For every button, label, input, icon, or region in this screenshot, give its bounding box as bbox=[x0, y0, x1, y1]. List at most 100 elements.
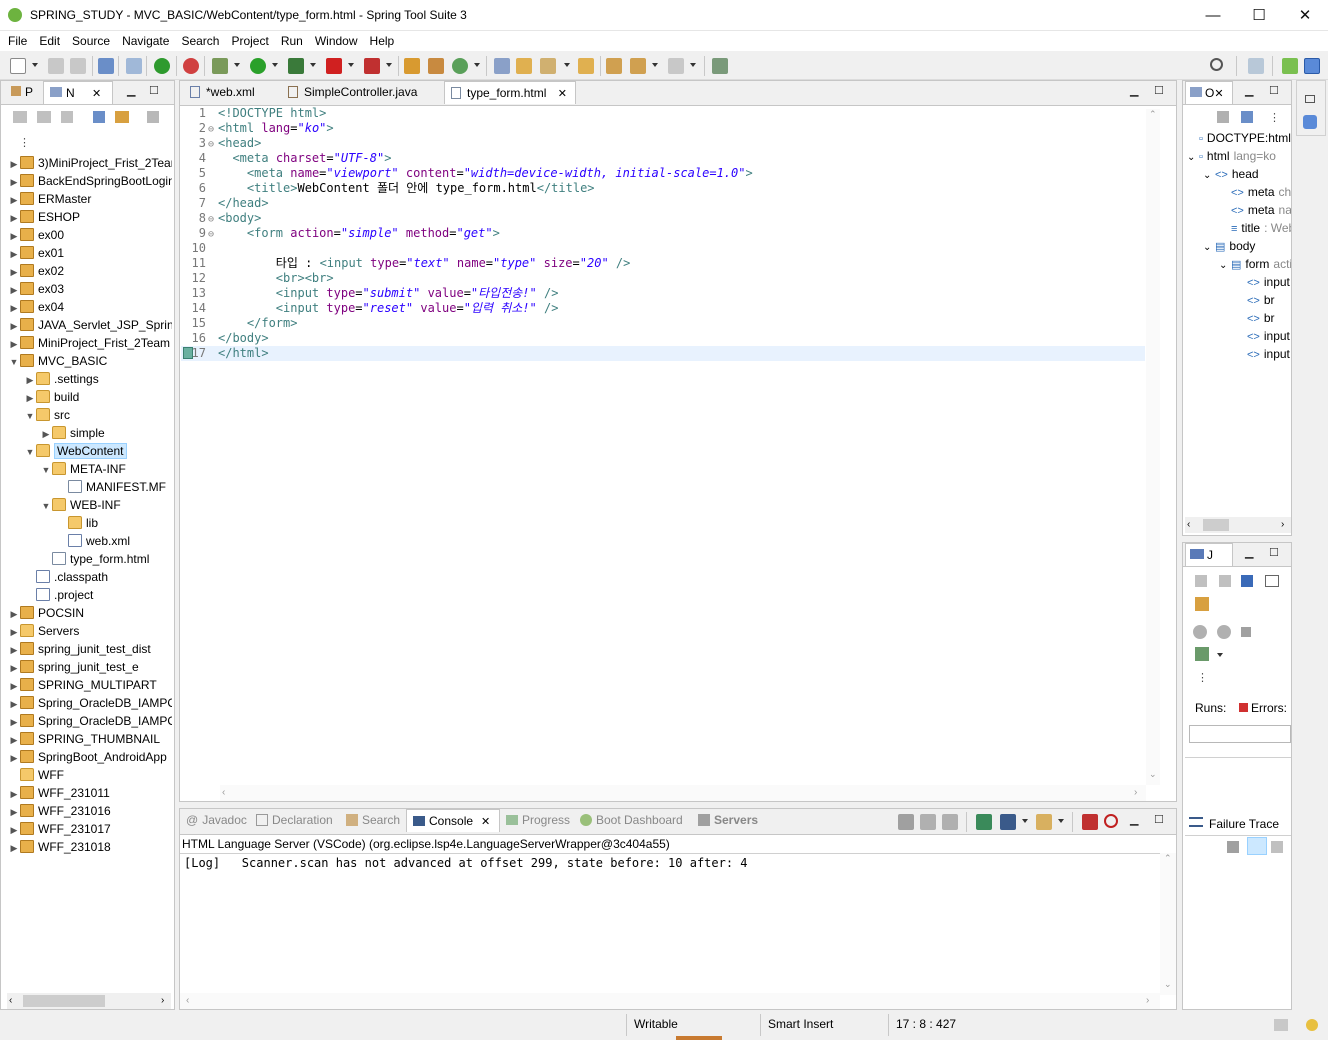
tree-item[interactable]: ▶ spring_junit_test_e bbox=[8, 658, 172, 676]
tree-item[interactable]: ▶ Spring_OracleDB_IAMPORT bbox=[8, 712, 172, 730]
scroll-up-icon[interactable]: ⌃ bbox=[1149, 109, 1157, 120]
chevron-right-icon[interactable]: ▶ bbox=[8, 263, 20, 281]
history-icon[interactable] bbox=[1195, 597, 1209, 611]
outline-item[interactable]: ▫ DOCTYPE:html bbox=[1187, 129, 1291, 147]
open-folder-icon[interactable] bbox=[516, 58, 532, 74]
back-icon[interactable] bbox=[630, 58, 646, 74]
tree-item[interactable]: ▶ 3)MiniProject_Frist_2Team bbox=[8, 154, 172, 172]
tree-item[interactable]: web.xml bbox=[8, 532, 172, 550]
close-window-button[interactable]: ✕ bbox=[1282, 0, 1328, 31]
menu-file[interactable]: File bbox=[2, 31, 33, 51]
tree-item[interactable]: ▶ ESHOP bbox=[8, 208, 172, 226]
minimize-view-button[interactable]: ▁ bbox=[1130, 85, 1138, 97]
chevron-down-icon[interactable] bbox=[474, 63, 480, 67]
menu-help[interactable]: Help bbox=[364, 31, 401, 51]
chevron-down-icon[interactable]: ▼ bbox=[24, 443, 36, 461]
tab-search[interactable]: Search bbox=[346, 809, 400, 832]
tree-item[interactable]: ▶ .settings bbox=[8, 370, 172, 388]
more-icon[interactable]: ⋮ bbox=[19, 136, 30, 149]
filter-stack-icon[interactable] bbox=[1227, 841, 1239, 853]
menu-run[interactable]: Run bbox=[275, 31, 309, 51]
chevron-right-icon[interactable]: ▶ bbox=[8, 209, 20, 227]
chevron-right-icon[interactable]: ▶ bbox=[8, 749, 20, 767]
external-tools-icon[interactable] bbox=[364, 58, 380, 74]
chevron-right-icon[interactable]: ▶ bbox=[8, 803, 20, 821]
tree-item[interactable]: ▶ MiniProject_Frist_2Team bbox=[8, 334, 172, 352]
vertical-scrollbar[interactable]: ⌃ ⌄ bbox=[1160, 853, 1176, 995]
tree-item[interactable]: ▼ META-INF bbox=[8, 460, 172, 478]
chevron-right-icon[interactable]: ▶ bbox=[8, 821, 20, 839]
remove-all-icon[interactable] bbox=[942, 814, 958, 830]
compare-icon[interactable] bbox=[1271, 841, 1283, 853]
link-editor-icon[interactable] bbox=[115, 111, 129, 123]
stop-icon[interactable] bbox=[1241, 627, 1251, 637]
error-log-icon[interactable] bbox=[1274, 1019, 1288, 1031]
scroll-right-icon[interactable]: › bbox=[1134, 785, 1137, 801]
menu-navigate[interactable]: Navigate bbox=[116, 31, 175, 51]
tab-type-form-html[interactable]: type_form.html ✕ bbox=[444, 81, 576, 104]
scroll-left-icon[interactable]: ‹ bbox=[1187, 517, 1190, 533]
chevron-right-icon[interactable]: ▶ bbox=[8, 677, 20, 695]
fold-icon[interactable]: ⊖ bbox=[208, 137, 218, 152]
collapse-all-icon[interactable] bbox=[1241, 111, 1253, 123]
scroll-down-icon[interactable]: ⌄ bbox=[1149, 769, 1157, 780]
scroll-left-icon[interactable]: ‹ bbox=[9, 993, 12, 1009]
code-line[interactable]: 1 <!DOCTYPE html> bbox=[181, 106, 1145, 121]
chevron-right-icon[interactable]: ▶ bbox=[8, 335, 20, 353]
tree-item[interactable]: ▼ src bbox=[8, 406, 172, 424]
chevron-down-icon[interactable] bbox=[1217, 653, 1223, 657]
tree-item[interactable]: ▶ SPRING_MULTIPART bbox=[8, 676, 172, 694]
tree-item[interactable]: ▶ WFF_231018 bbox=[8, 838, 172, 856]
copy-icon[interactable] bbox=[1082, 814, 1098, 830]
stop-icon[interactable] bbox=[326, 58, 342, 74]
tree-item[interactable]: WFF bbox=[8, 766, 172, 784]
help-icon[interactable] bbox=[1303, 115, 1317, 129]
tree-item[interactable]: type_form.html bbox=[8, 550, 172, 568]
tree-item[interactable]: .project bbox=[8, 586, 172, 604]
tree-item[interactable]: ▶ POCSIN bbox=[8, 604, 172, 622]
menu-window[interactable]: Window bbox=[309, 31, 364, 51]
outline-item[interactable]: <> input bbox=[1187, 273, 1291, 291]
maximize-view-button[interactable]: ☐ bbox=[1154, 814, 1164, 826]
chevron-down-icon[interactable]: ⌄ bbox=[1219, 257, 1231, 273]
open-console-icon[interactable] bbox=[1036, 814, 1052, 830]
tree-item[interactable]: ▶ ex02 bbox=[8, 262, 172, 280]
chevron-down-icon[interactable]: ▼ bbox=[40, 497, 52, 515]
tree-item[interactable]: lib bbox=[8, 514, 172, 532]
tree-item[interactable]: ▶ SpringBoot_AndroidApp bbox=[8, 748, 172, 766]
code-line[interactable]: 4 <meta charset="UTF-8"> bbox=[181, 151, 1145, 166]
new-icon[interactable] bbox=[10, 58, 26, 74]
open-type-icon[interactable] bbox=[494, 58, 510, 74]
layout-icon[interactable] bbox=[1195, 647, 1209, 661]
tab-junit[interactable]: J bbox=[1185, 543, 1233, 566]
horizontal-scrollbar[interactable]: ‹ › bbox=[7, 993, 171, 1009]
next-failure-icon[interactable] bbox=[1195, 575, 1207, 587]
chevron-right-icon[interactable]: ▶ bbox=[8, 641, 20, 659]
tree-item[interactable]: ▶ Servers bbox=[8, 622, 172, 640]
scroll-thumb[interactable] bbox=[23, 995, 105, 1007]
tab-web-xml[interactable]: *web.xml bbox=[184, 81, 280, 104]
tree-item[interactable]: ▶ ex04 bbox=[8, 298, 172, 316]
outline-item[interactable]: ⌄ ▫ html lang=ko bbox=[1187, 147, 1291, 165]
chevron-right-icon[interactable]: ▶ bbox=[8, 173, 20, 191]
power-icon[interactable] bbox=[154, 58, 170, 74]
chevron-right-icon[interactable]: ▶ bbox=[8, 605, 20, 623]
chevron-right-icon[interactable]: ▶ bbox=[24, 389, 36, 407]
pin-editor-icon[interactable] bbox=[712, 58, 728, 74]
chevron-down-icon[interactable] bbox=[1058, 819, 1064, 823]
fold-icon[interactable]: ⊖ bbox=[208, 122, 218, 137]
new-class-icon[interactable] bbox=[452, 58, 468, 74]
spring-boot-icon[interactable] bbox=[183, 58, 199, 74]
scroll-right-icon[interactable]: › bbox=[1281, 517, 1284, 533]
pin-console-icon[interactable] bbox=[976, 814, 992, 830]
chevron-down-icon[interactable]: ⌄ bbox=[1203, 239, 1215, 255]
tree-item[interactable]: ▶ simple bbox=[8, 424, 172, 442]
tree-item[interactable]: ▶ ex00 bbox=[8, 226, 172, 244]
chevron-down-icon[interactable] bbox=[234, 63, 240, 67]
tab-navigator[interactable]: N ✕ bbox=[43, 81, 113, 104]
outline-item[interactable]: ⌄▤formaction bbox=[1187, 255, 1291, 273]
chevron-down-icon[interactable] bbox=[32, 63, 38, 67]
chevron-right-icon[interactable]: ▶ bbox=[8, 191, 20, 209]
menu-search[interactable]: Search bbox=[175, 31, 225, 51]
tree-item[interactable]: ▶ build bbox=[8, 388, 172, 406]
